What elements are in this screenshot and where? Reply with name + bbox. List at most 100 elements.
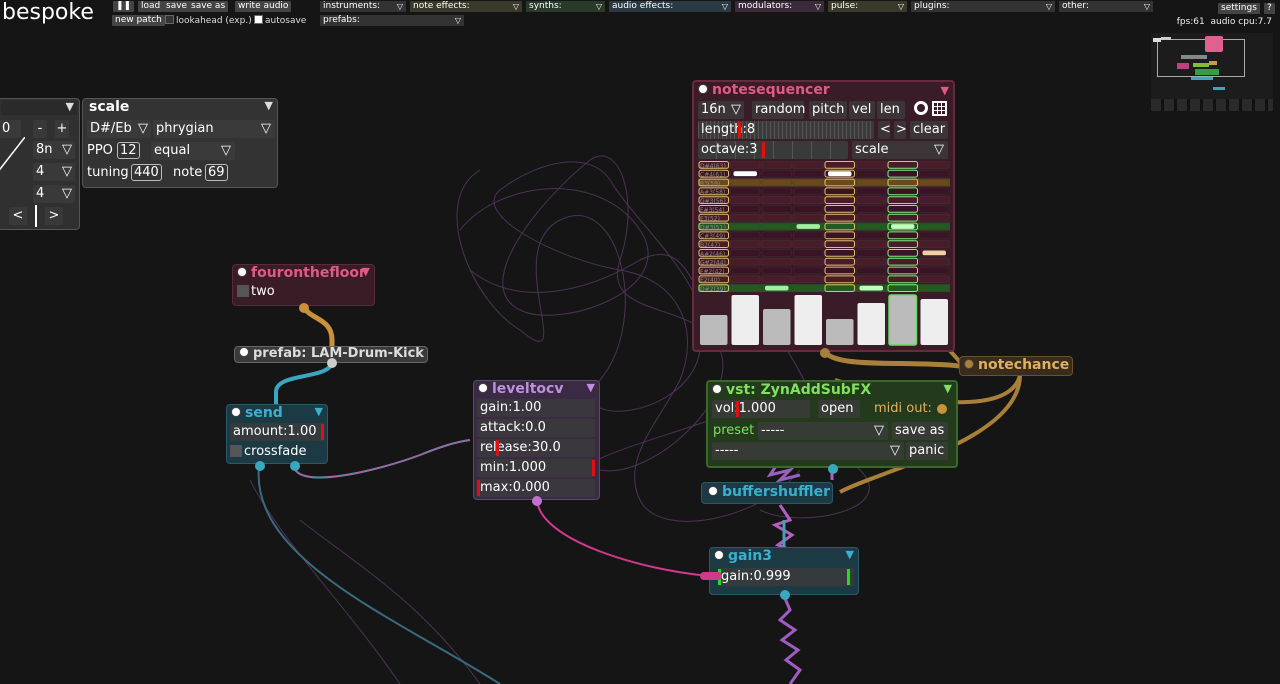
max-slider[interactable]: max:0.000 bbox=[477, 479, 595, 497]
write-audio-button[interactable]: write audio bbox=[235, 1, 292, 12]
random-button[interactable]: random bbox=[752, 101, 805, 119]
collapse-icon[interactable]: ▼ bbox=[944, 382, 952, 395]
minimap[interactable] bbox=[1151, 33, 1273, 111]
two-checkbox[interactable]: two bbox=[237, 284, 275, 299]
enable-toggle[interactable] bbox=[237, 267, 247, 277]
left-dropdown[interactable]: ▼ bbox=[1, 100, 77, 115]
grid-row[interactable] bbox=[698, 284, 950, 292]
step-note[interactable] bbox=[922, 250, 947, 256]
output-port[interactable] bbox=[327, 358, 337, 368]
mode-dropdown[interactable]: phrygian ▽ bbox=[153, 120, 275, 138]
midi-out-port[interactable] bbox=[937, 404, 947, 414]
grid-icon[interactable] bbox=[932, 101, 947, 116]
scale-mode-dropdown[interactable]: scale ▽ bbox=[852, 141, 948, 159]
step-note[interactable] bbox=[765, 285, 789, 291]
grid-row[interactable] bbox=[698, 231, 950, 240]
plugins-menu[interactable]: plugins: ▽ bbox=[911, 1, 1055, 12]
min-slider[interactable]: min:1.000 bbox=[477, 459, 595, 477]
volume-slider[interactable]: vol:1.000 bbox=[712, 400, 810, 418]
step-note[interactable] bbox=[828, 171, 852, 177]
interval-dropdown[interactable]: 16n ▽ bbox=[698, 101, 744, 119]
crossfade-checkbox[interactable]: crossfade bbox=[230, 444, 307, 459]
prefabs-menu[interactable]: prefabs: ▽ bbox=[320, 15, 464, 26]
vel-button[interactable]: vel bbox=[849, 101, 875, 119]
record-icon[interactable] bbox=[914, 101, 928, 115]
len-button[interactable]: len bbox=[877, 101, 905, 119]
enable-toggle[interactable] bbox=[714, 550, 724, 560]
tuning-field[interactable]: 440 bbox=[131, 164, 162, 181]
step-note[interactable] bbox=[796, 224, 821, 229]
next-button[interactable]: > bbox=[45, 207, 63, 225]
save-button[interactable]: save bbox=[163, 1, 191, 12]
input-port[interactable] bbox=[700, 572, 722, 580]
enable-toggle[interactable] bbox=[698, 84, 708, 94]
grid-row[interactable] bbox=[698, 161, 950, 169]
save-as-button[interactable]: save as bbox=[892, 422, 948, 440]
modulators-menu[interactable]: modulators: ▽ bbox=[735, 1, 824, 12]
pulse-menu[interactable]: pulse: ▽ bbox=[828, 1, 907, 12]
octave-slider[interactable]: octave:3 bbox=[698, 141, 848, 159]
root-dropdown[interactable]: D#/Eb ▽ bbox=[87, 120, 151, 138]
output-port[interactable] bbox=[290, 461, 300, 471]
panic-button[interactable]: panic bbox=[906, 442, 948, 460]
velocity-bar[interactable] bbox=[920, 299, 949, 345]
velocity-bar[interactable] bbox=[857, 303, 886, 345]
output-port[interactable] bbox=[780, 590, 790, 600]
open-button[interactable]: open bbox=[818, 400, 860, 418]
step-note[interactable] bbox=[733, 171, 758, 177]
enable-toggle[interactable] bbox=[712, 384, 722, 394]
gain-slider[interactable]: gain:1.00 bbox=[477, 399, 595, 417]
program-dropdown[interactable]: ----- ▽ bbox=[712, 442, 904, 460]
collapse-icon[interactable]: ▼ bbox=[362, 265, 370, 278]
output-port[interactable] bbox=[532, 496, 542, 506]
grid-row[interactable] bbox=[698, 275, 950, 284]
prev-button[interactable]: < bbox=[9, 207, 27, 225]
new-patch-button[interactable]: new patch bbox=[112, 15, 165, 26]
step-note[interactable] bbox=[859, 285, 884, 291]
velocity-bar[interactable] bbox=[826, 319, 854, 345]
velocity-bars[interactable] bbox=[698, 293, 950, 347]
minus-button[interactable]: - bbox=[33, 120, 47, 138]
collapse-icon[interactable]: ▼ bbox=[315, 405, 323, 418]
other-menu[interactable]: other: ▽ bbox=[1059, 1, 1153, 12]
collapse-icon[interactable]: ▼ bbox=[846, 548, 854, 561]
note-field[interactable]: 69 bbox=[205, 164, 228, 181]
step-grid[interactable]: D#4(63)C#4(61)B3(59)A#3(58)G#3(56)F#3(54… bbox=[698, 161, 950, 293]
grid-row[interactable] bbox=[698, 266, 950, 275]
enable-toggle[interactable] bbox=[708, 486, 718, 496]
grid-row[interactable] bbox=[698, 257, 950, 266]
grid-row[interactable] bbox=[698, 187, 950, 196]
output-port[interactable] bbox=[820, 348, 830, 358]
enable-toggle[interactable] bbox=[231, 407, 241, 417]
division-dropdown[interactable]: 8n ▽ bbox=[33, 141, 75, 159]
grid-row[interactable] bbox=[698, 178, 950, 187]
lookahead-checkbox[interactable]: lookahead (exp.) bbox=[165, 15, 252, 26]
grid-row[interactable] bbox=[698, 249, 950, 257]
save-as-button[interactable]: save as bbox=[188, 1, 229, 12]
minimap-slots[interactable] bbox=[1151, 99, 1273, 111]
help-button[interactable]: ? bbox=[1264, 3, 1275, 14]
left-value-field[interactable]: 0 bbox=[0, 120, 21, 138]
output-port[interactable] bbox=[828, 464, 838, 474]
collapse-icon[interactable]: ▼ bbox=[587, 381, 595, 394]
note-effects-menu[interactable]: note effects: ▽ bbox=[410, 1, 522, 12]
numerator-dropdown[interactable]: 4 ▽ bbox=[33, 163, 75, 181]
grid-row[interactable] bbox=[698, 205, 950, 213]
grid-row[interactable] bbox=[698, 213, 950, 222]
load-button[interactable]: load bbox=[138, 1, 164, 12]
length-slider[interactable]: length:8 bbox=[698, 121, 874, 139]
pause-button[interactable]: ❚❚ bbox=[113, 1, 135, 12]
velocity-bar[interactable] bbox=[794, 295, 823, 345]
grid-row[interactable] bbox=[698, 196, 950, 204]
velocity-bar[interactable] bbox=[763, 309, 791, 345]
output-port[interactable] bbox=[299, 303, 309, 313]
pitch-button[interactable]: pitch bbox=[809, 101, 847, 119]
settings-button[interactable]: settings bbox=[1218, 3, 1260, 14]
ppo-field[interactable]: 12 bbox=[117, 142, 140, 159]
instruments-menu[interactable]: instruments: ▽ bbox=[320, 1, 406, 12]
gain-slider[interactable]: gain:0.999 bbox=[718, 568, 854, 586]
prev-button[interactable]: < bbox=[878, 121, 891, 139]
enable-toggle[interactable] bbox=[478, 383, 488, 393]
velocity-bar[interactable] bbox=[888, 294, 918, 346]
enable-toggle[interactable] bbox=[239, 347, 249, 357]
